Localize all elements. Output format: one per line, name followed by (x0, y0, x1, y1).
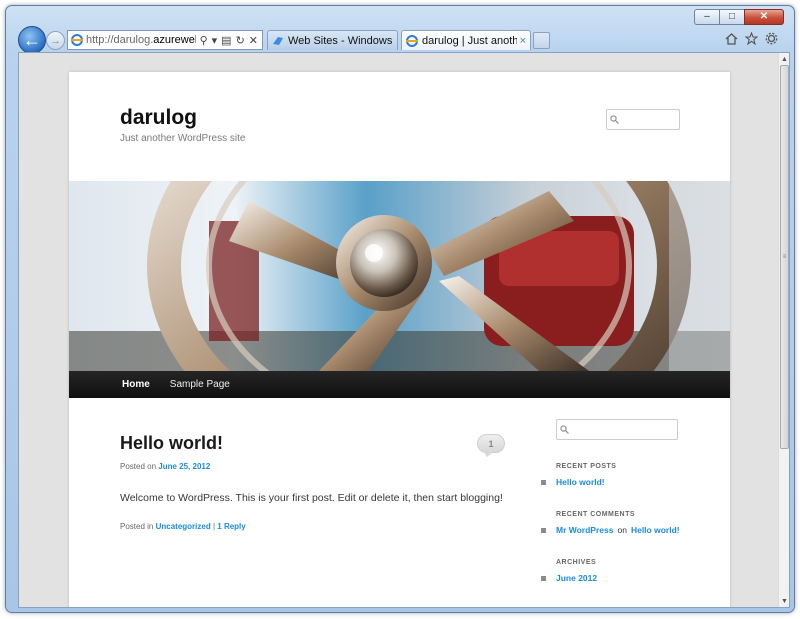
command-icons (725, 31, 778, 45)
recent-posts-title: RECENT POSTS (556, 463, 617, 470)
tab-close-icon[interactable]: × (520, 35, 526, 47)
comment-author-link[interactable]: Mr WordPress (556, 525, 613, 535)
header-search-input[interactable] (606, 109, 680, 130)
tab-darulog[interactable]: darulog | Just another W... × (401, 30, 531, 50)
new-tab-button[interactable] (533, 32, 550, 49)
post-content: Welcome to WordPress. This is your first… (120, 492, 503, 504)
scroll-up-icon[interactable]: ▲ (779, 53, 789, 65)
refresh-icon[interactable]: ↻ (236, 34, 245, 47)
bullet-icon (541, 479, 546, 485)
tab-web-sites-azure[interactable]: Web Sites - Windows Azure (267, 30, 398, 50)
gear-icon[interactable] (765, 31, 778, 45)
ie-page-icon (71, 34, 83, 46)
scrollbar-thumb[interactable]: ≡ (780, 65, 789, 449)
forward-button[interactable]: → (46, 31, 65, 50)
comment-on-text: on (617, 525, 627, 535)
site-description: Just another WordPress site (120, 133, 246, 144)
ie-page-icon (406, 34, 418, 47)
maximize-button[interactable]: □ (719, 9, 744, 25)
site-title[interactable]: darulog (120, 106, 197, 130)
arrow-left-icon: ← (23, 29, 41, 50)
minimize-button[interactable]: – (694, 9, 719, 25)
comment-post-link[interactable]: Hello world! (631, 525, 680, 535)
recent-post-item: Hello world! (541, 477, 605, 487)
posted-in-label: Posted in (120, 522, 154, 531)
comment-count-badge[interactable]: 1 (477, 434, 505, 457)
reply-link[interactable]: 1 Reply (217, 522, 245, 531)
recent-post-link[interactable]: Hello world! (556, 477, 605, 487)
bullet-icon (541, 527, 546, 533)
post-title[interactable]: Hello world! (120, 433, 223, 454)
window-controls: – □ ✕ (694, 9, 784, 25)
search-icon[interactable]: ⚲ (200, 34, 208, 47)
dropdown-icon[interactable]: ▾ (212, 34, 218, 47)
wordpress-page: darulog Just another WordPress site Home… (69, 72, 730, 607)
archive-item: June 2012 (541, 573, 597, 583)
close-button[interactable]: ✕ (744, 9, 784, 25)
arrow-right-icon: → (50, 34, 61, 47)
archive-link[interactable]: June 2012 (556, 573, 597, 583)
posted-on-label: Posted on (120, 462, 157, 471)
browser-window: – □ ✕ ← → http://darulog.azurewebsites..… (5, 5, 795, 613)
azure-icon (273, 36, 283, 45)
vertical-scrollbar[interactable]: ▲ ≡ ▼ (778, 53, 789, 607)
sidebar-search-input[interactable] (556, 419, 678, 440)
search-icon (610, 115, 619, 124)
stop-icon[interactable]: ✕ (249, 34, 258, 47)
page-viewport: darulog Just another WordPress site Home… (18, 52, 790, 608)
tab-label: Web Sites - Windows Azure (288, 34, 393, 47)
address-bar[interactable]: http://darulog.azurewebsites.... ⚲ ▾ ▤ ↻… (67, 30, 263, 50)
category-link[interactable]: Uncategorized (156, 522, 211, 531)
main-menu: Home Sample Page (69, 371, 730, 398)
favorites-star-icon[interactable] (745, 31, 758, 45)
header-image (69, 181, 730, 371)
menu-item-home[interactable]: Home (122, 379, 150, 390)
home-icon[interactable] (725, 31, 738, 45)
post-footer: Posted in Uncategorized | 1 Reply (120, 522, 246, 531)
search-icon (560, 425, 569, 434)
post-meta: Posted on June 25, 2012 (120, 462, 210, 471)
tab-label: darulog | Just another W... (422, 34, 517, 47)
archives-title: ARCHIVES (556, 559, 597, 566)
compat-view-icon[interactable]: ▤ (221, 34, 231, 47)
menu-item-sample-page[interactable]: Sample Page (170, 379, 230, 390)
back-button[interactable]: ← (18, 26, 46, 54)
scroll-down-icon[interactable]: ▼ (779, 595, 789, 607)
bullet-icon (541, 575, 546, 581)
address-url[interactable]: http://darulog.azurewebsites.... (86, 34, 196, 46)
post-date-link[interactable]: June 25, 2012 (158, 462, 210, 471)
recent-comments-title: RECENT COMMENTS (556, 511, 636, 518)
footer-separator: | (212, 522, 216, 531)
recent-comment-item: Mr WordPress on Hello world! (541, 525, 680, 535)
